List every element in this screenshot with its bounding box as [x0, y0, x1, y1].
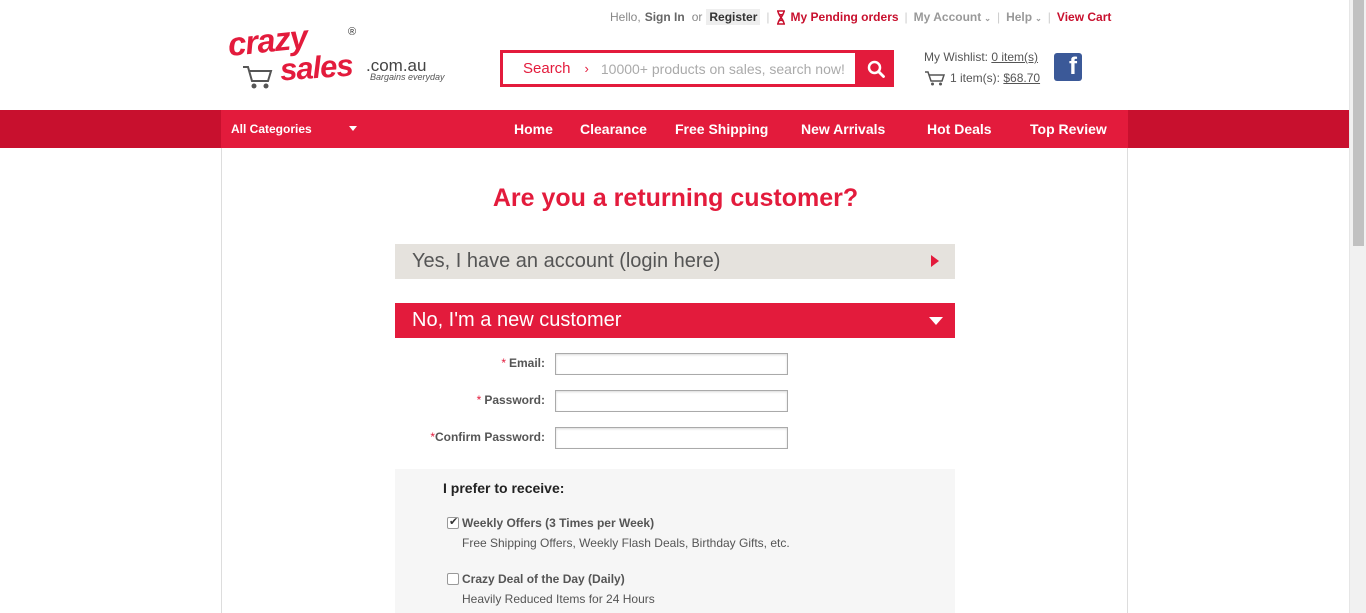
weekly-offers-desc: Free Shipping Offers, Weekly Flash Deals… [462, 536, 790, 550]
confirm-password-field[interactable] [555, 427, 788, 449]
nav-home[interactable]: Home [514, 110, 553, 148]
divider: | [904, 10, 908, 24]
cart-icon [243, 66, 273, 89]
caret-right-icon [931, 255, 939, 267]
logo-registered: ® [348, 26, 357, 38]
confirm-password-row: *Confirm Password: [395, 427, 955, 449]
or-text: or [691, 10, 703, 24]
chevron-down-icon: ⌄ [1035, 14, 1042, 23]
password-label-text: Password: [484, 393, 545, 407]
my-account-menu[interactable]: My Account ⌄ [914, 10, 991, 24]
hourglass-icon [776, 9, 785, 25]
cart-items-label: 1 item(s): [950, 71, 1001, 85]
divider: | [996, 10, 1001, 24]
email-label: * Email: [501, 356, 545, 370]
preferences-panel: I prefer to receive: Weekly Offers (3 Ti… [395, 469, 955, 613]
nav-clearance[interactable]: Clearance [580, 110, 647, 148]
site-logo[interactable]: crazy ® sales .com.au Bargains everyday [226, 18, 468, 98]
facebook-glyph: f [1069, 53, 1077, 80]
nav-hot-deals[interactable]: Hot Deals [927, 110, 992, 148]
daily-deal-checkbox[interactable] [447, 573, 459, 585]
password-label: * Password: [477, 393, 545, 407]
chevron-down-icon: ⌄ [984, 14, 991, 23]
search-icon [867, 60, 885, 78]
confirm-password-label-text: Confirm Password: [434, 430, 545, 444]
hello-text: Hello, [610, 10, 641, 24]
cart-icon [925, 71, 946, 86]
divider: | [766, 10, 770, 24]
register-link[interactable]: Register [706, 9, 761, 25]
main-nav: All Categories Home Clearance Free Shipp… [221, 110, 1128, 148]
weekly-offers-title: Weekly Offers (3 Times per Week) [462, 516, 655, 530]
nav-free-shipping[interactable]: Free Shipping [675, 110, 768, 148]
returning-customer-label: Yes, I have an account (login here) [412, 250, 721, 272]
logo-sales: sales [278, 47, 354, 88]
email-label-text: Email: [508, 356, 545, 370]
nav-new-arrivals[interactable]: New Arrivals [801, 110, 885, 148]
search-button[interactable] [857, 50, 894, 87]
sign-in-link[interactable]: Sign In [645, 10, 685, 24]
email-row: * Email: [395, 353, 955, 375]
help-label: Help [1006, 10, 1033, 24]
all-categories-label: All Categories [231, 122, 312, 136]
chevron-right-icon: › [584, 61, 589, 76]
wishlist-cart-summary: My Wishlist: 0 item(s) 1 item(s): $68.70 [924, 50, 1040, 86]
pending-orders-label: My Pending orders [790, 10, 899, 24]
new-customer-accordion[interactable]: No, I'm a new customer [395, 303, 955, 338]
search-box: Search › [500, 50, 858, 87]
daily-deal-title: Crazy Deal of the Day (Daily) [462, 572, 625, 586]
view-cart-link[interactable]: View Cart [1057, 10, 1111, 24]
daily-deal-desc: Heavily Reduced Items for 24 Hours [462, 592, 655, 606]
password-field[interactable] [555, 390, 788, 412]
returning-customer-accordion[interactable]: Yes, I have an account (login here) [395, 244, 955, 279]
wishlist-label: My Wishlist: [924, 50, 988, 64]
weekly-offers-checkbox[interactable] [447, 515, 459, 529]
all-categories-dropdown[interactable]: All Categories [221, 110, 371, 148]
email-field[interactable] [555, 353, 788, 375]
scrollbar-thumb[interactable] [1353, 0, 1364, 246]
wishlist-count-link[interactable]: 0 item(s) [991, 50, 1038, 64]
help-menu[interactable]: Help ⌄ [1006, 10, 1042, 24]
top-links: Hello, Sign In or Register | My Pending … [610, 9, 1111, 25]
search-input[interactable] [600, 60, 851, 77]
divider: | [1047, 10, 1051, 24]
nav-top-review[interactable]: Top Review [1030, 110, 1107, 148]
confirm-password-label: *Confirm Password: [430, 430, 545, 444]
required-marker: * [476, 393, 482, 407]
password-row: * Password: [395, 390, 955, 412]
new-customer-label: No, I'm a new customer [412, 309, 622, 331]
caret-down-icon [349, 126, 357, 131]
pending-orders-link[interactable]: My Pending orders [776, 9, 899, 25]
page-title: Are you a returning customer? [492, 184, 859, 212]
logo-tagline: Bargains everyday [370, 72, 445, 82]
my-account-label: My Account [913, 10, 982, 24]
preferences-title: I prefer to receive: [443, 480, 565, 496]
search-label: Search [523, 60, 571, 77]
caret-down-icon [929, 317, 943, 325]
page-scrollbar[interactable] [1349, 0, 1366, 613]
cart-total-link[interactable]: $68.70 [1003, 71, 1040, 85]
required-marker: * [501, 356, 506, 370]
facebook-icon[interactable]: f [1054, 53, 1082, 81]
